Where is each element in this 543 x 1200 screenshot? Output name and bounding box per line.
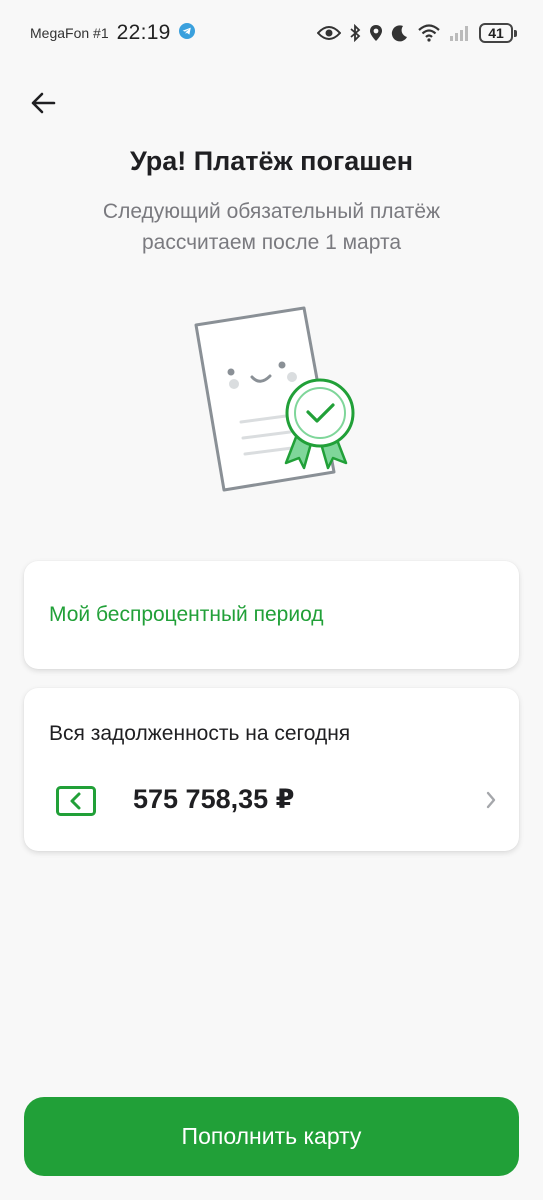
back-button[interactable] xyxy=(26,86,60,120)
page-title: Ура! Платёж погашен xyxy=(129,146,414,176)
status-bar: MegaFon #1 22:19 41 xyxy=(0,0,543,66)
chevron-right-icon xyxy=(485,790,497,815)
status-right: 41 xyxy=(317,23,517,43)
status-left: MegaFon #1 22:19 xyxy=(30,21,195,45)
interest-free-period-card[interactable]: Мой беспроцентный период xyxy=(24,561,519,669)
wifi-icon xyxy=(417,24,441,42)
total-debt-label: Вся задолженность на сегодня xyxy=(49,722,351,745)
arrow-left-icon xyxy=(31,92,56,114)
interest-free-period-label: Мой беспроцентный период xyxy=(49,603,324,626)
document-badge-illustration xyxy=(186,300,366,500)
carrier-name: MegaFon #1 xyxy=(30,25,109,41)
signal-icon xyxy=(449,24,471,42)
total-debt-card[interactable]: Вся задолженность на сегодня 575 758,35 … xyxy=(24,688,519,851)
total-debt-amount: 575 758,35 ₽ xyxy=(133,784,295,814)
page-subtitle: Следующий обязательный платёж рассчитаем… xyxy=(102,200,441,254)
telegram-icon xyxy=(178,22,195,44)
bank-card-icon xyxy=(56,786,96,821)
status-time: 22:19 xyxy=(116,21,171,44)
top-up-card-button[interactable]: Пополнить карту xyxy=(24,1097,519,1176)
battery-icon: 41 xyxy=(479,23,517,43)
eye-icon xyxy=(317,25,341,41)
bluetooth-icon xyxy=(349,24,361,42)
moon-icon xyxy=(391,24,409,42)
location-icon xyxy=(369,24,383,42)
